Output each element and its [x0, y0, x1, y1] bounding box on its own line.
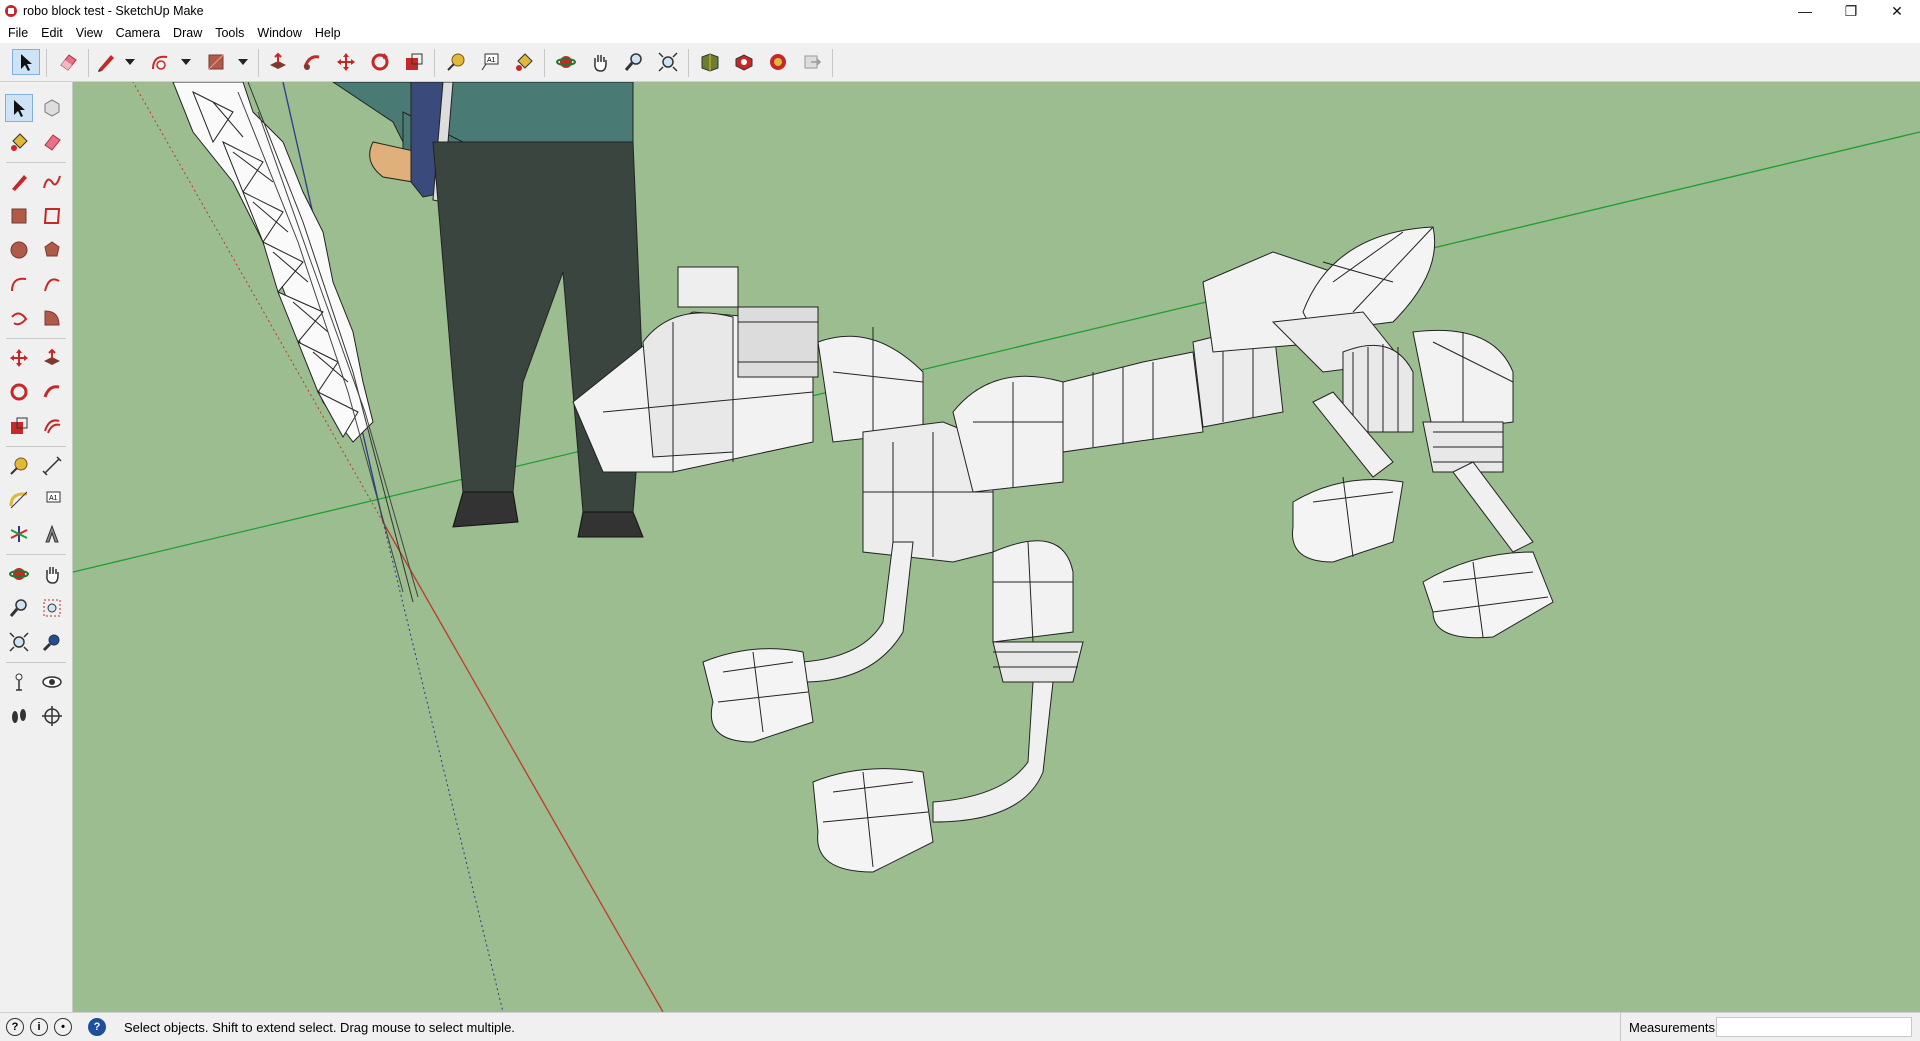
pencil-dropdown-icon[interactable] [125, 59, 135, 65]
menu-window[interactable]: Window [249, 26, 306, 40]
send-to-layout-icon[interactable] [798, 49, 826, 75]
arc-icon[interactable] [146, 49, 174, 75]
rectangle-dropdown-icon[interactable] [238, 59, 248, 65]
sketchup-logo-icon [5, 5, 17, 17]
follow-me-icon[interactable] [38, 378, 66, 406]
blue-axis-hidden [382, 521, 504, 1012]
menu-help[interactable]: Help [307, 26, 346, 40]
select-icon[interactable] [5, 94, 33, 122]
svg-text:A1: A1 [49, 495, 58, 502]
zoom-extents-icon[interactable] [5, 628, 33, 656]
geo-location-icon[interactable]: ? [6, 1018, 24, 1036]
2-point-arc-icon[interactable] [38, 270, 66, 298]
pan-icon[interactable] [586, 49, 614, 75]
text-icon[interactable]: A1 [38, 486, 66, 514]
arc-dropdown-icon[interactable] [181, 59, 191, 65]
walk-icon[interactable] [5, 702, 33, 730]
arc-icon[interactable] [5, 270, 33, 298]
status-bar: ? i • ? Select objects. Shift to extend … [0, 1012, 1920, 1041]
measurements-input[interactable] [1716, 1017, 1912, 1037]
axes-icon[interactable] [5, 520, 33, 548]
robot-model [572, 226, 1554, 873]
main-toolbar: A1 [0, 43, 1920, 82]
menu-draw[interactable]: Draw [165, 26, 207, 40]
menu-bar: File Edit View Camera Draw Tools Window … [0, 22, 1920, 43]
menu-file[interactable]: File [0, 26, 33, 40]
status-message: Select objects. Shift to extend select. … [124, 1019, 515, 1035]
zoom-icon[interactable] [5, 594, 33, 622]
scale-icon[interactable] [5, 412, 33, 440]
freehand-icon[interactable] [38, 168, 66, 196]
model-scene [73, 82, 1920, 1012]
pie-icon[interactable] [38, 304, 66, 332]
text-icon[interactable]: A1 [476, 49, 504, 75]
polygon-icon[interactable] [38, 236, 66, 264]
tape-measure-icon[interactable] [5, 452, 33, 480]
zoom-window-icon[interactable] [38, 594, 66, 622]
menu-edit[interactable]: Edit [33, 26, 68, 40]
layout-icon[interactable] [764, 49, 792, 75]
3-point-arc-icon[interactable] [5, 304, 33, 332]
left-toolbar: A1 [0, 82, 73, 1012]
make-component-icon[interactable] [38, 94, 66, 122]
credits-icon[interactable]: i [30, 1018, 48, 1036]
title-bar: robo block test - SketchUp Make — ❐ ✕ [0, 0, 1920, 22]
paint-bucket-icon[interactable] [510, 49, 538, 75]
3d-text-icon[interactable] [38, 520, 66, 548]
restore-button[interactable]: ❐ [1828, 0, 1874, 22]
close-button[interactable]: ✕ [1874, 0, 1920, 22]
circle-icon[interactable] [5, 236, 33, 264]
3d-viewport[interactable] [73, 82, 1920, 1012]
extension-warehouse-icon[interactable] [730, 49, 758, 75]
move-icon[interactable] [332, 49, 360, 75]
eraser-icon[interactable] [54, 49, 82, 75]
eraser-icon[interactable] [38, 128, 66, 156]
window-title: robo block test - SketchUp Make [23, 4, 204, 18]
push-pull-icon[interactable] [38, 344, 66, 372]
follow-me-icon[interactable] [298, 49, 326, 75]
protractor-icon[interactable] [5, 486, 33, 514]
orbit-icon[interactable] [552, 49, 580, 75]
3d-warehouse-icon[interactable] [696, 49, 724, 75]
previous-view-icon[interactable] [38, 628, 66, 656]
tape-measure-icon[interactable] [442, 49, 470, 75]
pencil-icon[interactable] [5, 168, 33, 196]
menu-camera[interactable]: Camera [108, 26, 165, 40]
select-icon[interactable] [12, 49, 40, 75]
menu-tools[interactable]: Tools [207, 26, 249, 40]
rotate-icon[interactable] [5, 378, 33, 406]
rotated-rectangle-icon[interactable] [38, 202, 66, 230]
orbit-icon[interactable] [5, 560, 33, 588]
red-axis [382, 521, 664, 1012]
move-icon[interactable] [5, 344, 33, 372]
pan-icon[interactable] [38, 560, 66, 588]
scale-figure-person [332, 82, 644, 538]
scale-icon[interactable] [400, 49, 428, 75]
minimize-button[interactable]: — [1782, 0, 1828, 22]
robot-head-top [677, 266, 739, 308]
rotate-icon[interactable] [366, 49, 394, 75]
dimension-icon[interactable] [38, 452, 66, 480]
section-plane-icon[interactable] [38, 702, 66, 730]
rectangle-icon[interactable] [202, 49, 230, 75]
rectangle-icon[interactable] [5, 202, 33, 230]
paint-bucket-icon[interactable] [5, 128, 33, 156]
push-pull-icon[interactable] [264, 49, 292, 75]
menu-view[interactable]: View [68, 26, 108, 40]
zoom-extents-icon[interactable] [654, 49, 682, 75]
position-camera-icon[interactable] [5, 668, 33, 696]
measurements-label: Measurements [1620, 1013, 1715, 1041]
help-icon[interactable]: ? [88, 1018, 106, 1036]
pencil-icon[interactable] [92, 49, 120, 75]
svg-text:A1: A1 [487, 57, 496, 64]
user-account-icon[interactable]: • [54, 1018, 72, 1036]
look-around-icon[interactable] [38, 668, 66, 696]
offset-icon[interactable] [38, 412, 66, 440]
zoom-icon[interactable] [620, 49, 648, 75]
